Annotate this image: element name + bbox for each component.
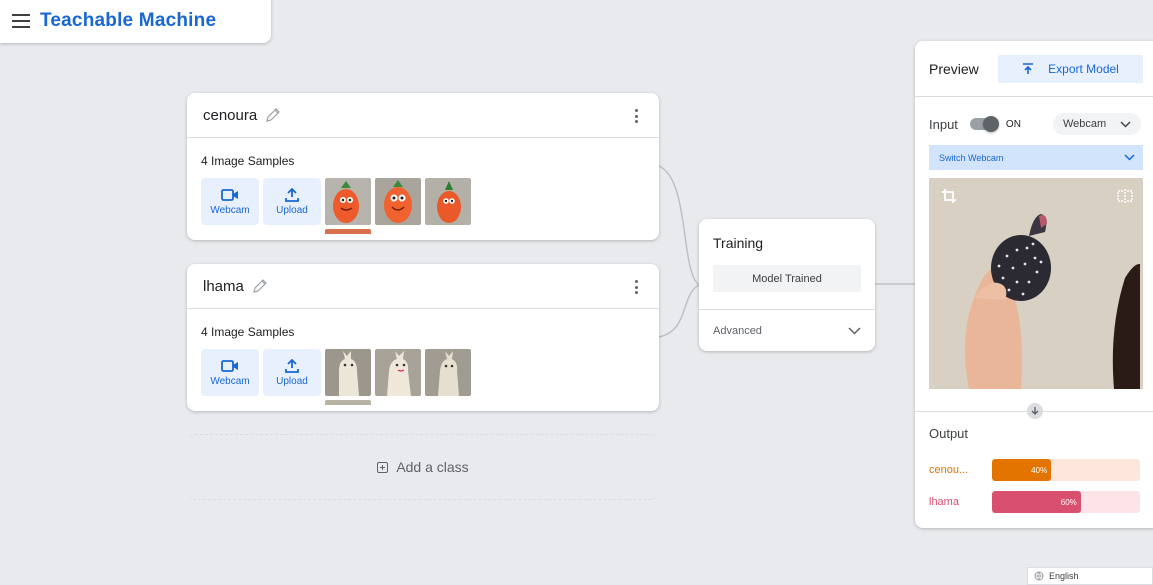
class-body: 4 Image Samples Webcam Upload (187, 138, 659, 234)
sample-row: Webcam Upload (201, 178, 645, 225)
export-upload-icon (1023, 62, 1034, 74)
upload-button[interactable]: Upload (263, 349, 321, 396)
sample-thumbnail[interactable] (325, 349, 371, 396)
upload-icon (285, 358, 299, 373)
train-model-button[interactable]: Model Trained (713, 265, 861, 292)
chevron-down-icon (1124, 154, 1135, 161)
class-body: 4 Image Samples Webcam Upload (187, 309, 659, 405)
add-box-icon (377, 461, 389, 473)
class-name[interactable]: cenoura (203, 107, 257, 124)
camera-select[interactable]: Webcam (1053, 113, 1141, 135)
chevron-down-icon (848, 326, 861, 335)
confidence-fill: 40% (992, 459, 1052, 481)
confidence-bar: 40% (992, 459, 1140, 481)
camera-select-value: Webcam (1063, 118, 1107, 130)
webcam-label: Webcam (210, 375, 250, 387)
menu-icon[interactable] (12, 13, 30, 28)
switch-webcam-label: Switch Webcam (939, 152, 1004, 163)
arrow-down-icon (1027, 403, 1043, 419)
language-label: English (1049, 571, 1079, 581)
webcam-button[interactable]: Webcam (201, 349, 259, 396)
sample-row: Webcam Upload (201, 349, 645, 396)
advanced-toggle[interactable]: Advanced (699, 309, 875, 351)
edit-pencil-icon[interactable] (252, 278, 268, 294)
training-title: Training (713, 235, 764, 251)
edit-pencil-icon[interactable] (265, 107, 281, 123)
sample-thumbnail[interactable] (375, 178, 421, 225)
training-card: Training Model Trained Advanced (699, 219, 875, 351)
confidence-fill: 60% (992, 491, 1081, 513)
confidence-percent: 40% (1031, 465, 1048, 475)
sample-thumbnail[interactable] (425, 178, 471, 225)
output-class-label: cenou... (929, 464, 969, 476)
flip-icon[interactable] (1117, 188, 1133, 204)
sample-thumbnail[interactable] (325, 400, 371, 405)
webcam-label: Webcam (210, 204, 250, 216)
add-class-button[interactable]: Add a class (187, 434, 659, 500)
crop-icon[interactable] (941, 188, 957, 204)
globe-icon (1034, 571, 1044, 581)
input-label: Input (929, 116, 958, 132)
advanced-label: Advanced (713, 324, 762, 337)
video-camera-icon (221, 188, 238, 201)
class-header: cenoura (187, 93, 659, 138)
app-header: Teachable Machine (0, 0, 271, 43)
upload-button[interactable]: Upload (263, 178, 321, 225)
samples-count: 4 Image Samples (201, 154, 295, 168)
class-name[interactable]: lhama (203, 278, 244, 295)
video-camera-icon (221, 359, 238, 372)
add-class-label: Add a class (396, 459, 469, 475)
app-title[interactable]: Teachable Machine (40, 10, 216, 32)
output-row: lhama 60% (929, 491, 1140, 513)
sample-thumbnail[interactable] (425, 349, 471, 396)
export-label: Export Model (1048, 61, 1119, 76)
input-row: Input ON Webcam (915, 97, 1153, 137)
export-model-button[interactable]: Export Model (998, 54, 1143, 83)
chevron-down-icon (1120, 121, 1131, 127)
confidence-bar: 60% (992, 491, 1140, 513)
sample-thumbnail[interactable] (325, 229, 371, 234)
output-title: Output (929, 426, 969, 441)
output-row: cenou... 40% (929, 459, 1140, 481)
upload-label: Upload (276, 375, 308, 387)
preview-panel: Preview Export Model Input ON Webcam Swi… (915, 41, 1153, 528)
more-options-icon[interactable] (635, 280, 639, 294)
confidence-percent: 60% (1060, 497, 1077, 507)
language-select[interactable]: English (1027, 567, 1153, 585)
class-header: lhama (187, 264, 659, 309)
sample-thumbnail[interactable] (325, 178, 371, 225)
webcam-preview (929, 178, 1143, 389)
preview-header: Preview Export Model (915, 41, 1153, 97)
more-options-icon[interactable] (635, 109, 639, 123)
webcam-button[interactable]: Webcam (201, 178, 259, 225)
input-toggle[interactable] (969, 116, 999, 132)
upload-icon (285, 187, 299, 202)
switch-webcam-select[interactable]: Switch Webcam (929, 145, 1143, 170)
output-class-label: lhama (929, 496, 959, 508)
class-card-lhama: lhama 4 Image Samples Webcam Upload (187, 264, 659, 411)
sample-thumbnail[interactable] (375, 349, 421, 396)
samples-count: 4 Image Samples (201, 325, 295, 339)
class-card-cenoura: cenoura 4 Image Samples Webcam Upload (187, 93, 659, 240)
upload-label: Upload (276, 204, 308, 216)
preview-title: Preview (929, 60, 979, 77)
toggle-state: ON (1005, 118, 1021, 130)
